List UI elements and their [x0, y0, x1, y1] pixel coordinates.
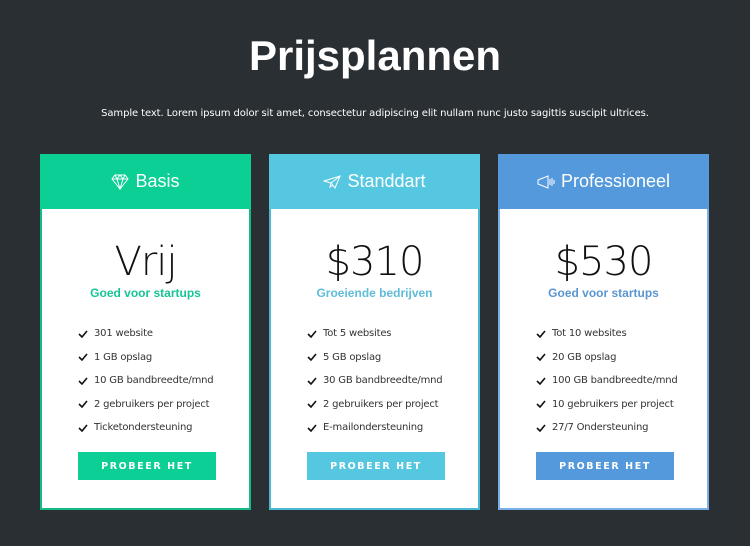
check-icon — [78, 400, 88, 409]
feature-list: Tot 5 websites 5 GB opslag 30 GB bandbre… — [307, 322, 443, 440]
feature-item: 30 GB bandbreedte/mnd — [307, 369, 443, 393]
check-icon — [78, 424, 88, 432]
plan-price: Vrij — [114, 239, 177, 285]
try-button-basis[interactable]: PROBEER HET — [78, 452, 216, 480]
pricing-card-basis: Basis Vrij Goed voor startups 301 websit… — [40, 154, 251, 510]
feature-item: 27/7 Ondersteuning — [536, 416, 678, 440]
feature-item: 10 GB bandbreedte/mnd — [78, 369, 214, 393]
plan-tagline: Groeiende bedrijven — [316, 286, 433, 300]
paper-plane-icon — [323, 174, 342, 189]
plan-tagline: Goed voor startups — [90, 286, 201, 300]
plan-price: $530 — [554, 239, 654, 285]
feature-list: 301 website 1 GB opslag 10 GB bandbreedt… — [78, 322, 214, 440]
plan-name: Basis — [135, 171, 180, 191]
card-header: Basis — [40, 154, 251, 209]
pricing-card-professioneel: Professioneel $530 Goed voor startups To… — [498, 154, 709, 510]
check-icon — [307, 424, 317, 432]
check-icon — [536, 400, 546, 409]
feature-item: 301 website — [78, 322, 213, 346]
feature-item: 20 GB opslag — [536, 346, 678, 370]
check-icon — [536, 330, 546, 338]
plan-price: $310 — [325, 239, 425, 285]
check-icon — [307, 400, 317, 409]
feature-item: E-mailondersteuning — [307, 416, 442, 440]
pricing-page: Prijsplannen Sample text. Lorem ipsum do… — [0, 0, 750, 546]
feature-item: 2 gebruikers per project — [307, 393, 442, 417]
plan-name: Professioneel — [560, 171, 671, 191]
plan-name: Standdart — [347, 171, 426, 191]
check-icon — [78, 353, 88, 362]
card-header: Standdart — [269, 154, 480, 209]
feature-item: 1 GB opslag — [78, 346, 213, 370]
try-button-standdart[interactable]: PROBEER HET — [307, 452, 445, 480]
feature-list: Tot 10 websites 20 GB opslag 100 GB band… — [536, 322, 678, 440]
check-icon — [78, 330, 88, 338]
check-icon — [307, 377, 317, 385]
try-button-professioneel[interactable]: PROBEER HET — [536, 452, 674, 480]
feature-item: 10 gebruikers per project — [536, 393, 678, 417]
feature-item: Tot 10 websites — [536, 322, 678, 346]
feature-item: 2 gebruikers per project — [78, 393, 213, 417]
megaphone-icon — [537, 174, 555, 189]
feature-item: Tot 5 websites — [307, 322, 442, 346]
card-header: Professioneel — [498, 154, 709, 209]
page-title: Prijsplannen — [248, 32, 502, 79]
page-subtitle: Sample text. Lorem ipsum dolor sit amet,… — [101, 108, 649, 119]
feature-item: 100 GB bandbreedte/mnd — [536, 369, 678, 393]
feature-item: 5 GB opslag — [307, 346, 442, 370]
check-icon — [78, 377, 88, 385]
check-icon — [536, 353, 546, 362]
plan-tagline: Goed voor startups — [548, 286, 659, 300]
check-icon — [307, 330, 317, 338]
check-icon — [307, 353, 317, 362]
diamond-icon — [111, 173, 130, 190]
check-icon — [536, 424, 546, 432]
check-icon — [536, 377, 546, 385]
feature-item: Ticketondersteuning — [78, 416, 213, 440]
pricing-card-standdart: Standdart $310 Groeiende bedrijven Tot 5… — [269, 154, 480, 510]
